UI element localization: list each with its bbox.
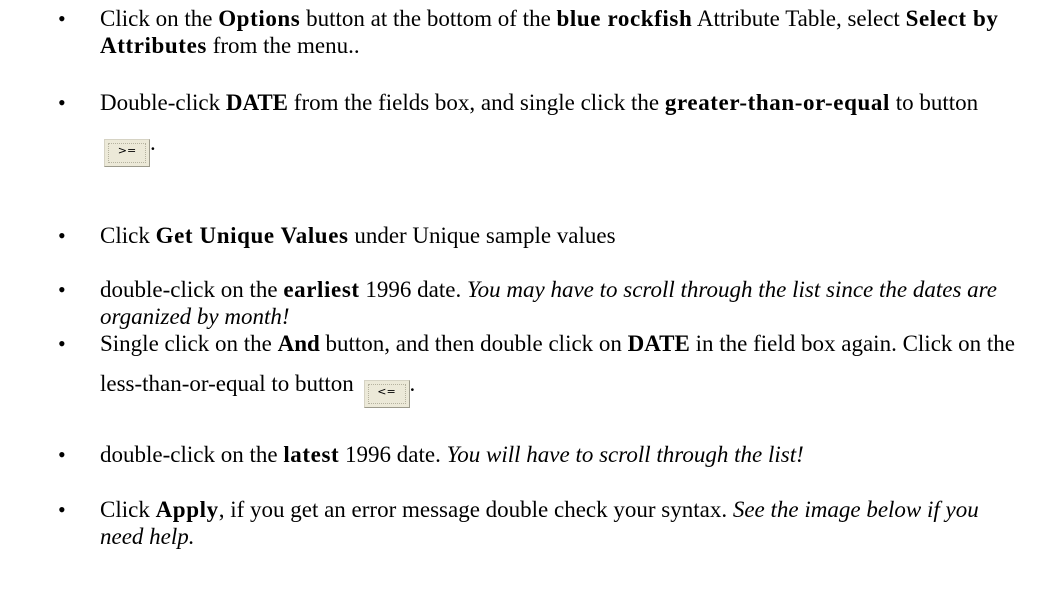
list-item: • double-click on the earliest 1996 date…	[58, 276, 1018, 330]
instruction-text: Click on the Options button at the botto…	[100, 6, 999, 58]
bullet: •	[58, 497, 66, 522]
list-item: • Click Get Unique Values under Unique s…	[58, 222, 1018, 249]
list-item: • double-click on the latest 1996 date. …	[58, 441, 1018, 468]
instruction-text: Click Get Unique Values under Unique sam…	[100, 223, 616, 248]
instruction-text: Single click on the And button, and then…	[100, 324, 1018, 408]
instruction-text: double-click on the latest 1996 date. Yo…	[100, 442, 804, 467]
bullet: •	[58, 331, 66, 356]
list-item: • Double-click DATE from the fields box,…	[58, 89, 1018, 167]
list-item: • Single click on the And button, and th…	[58, 330, 1018, 408]
bullet: •	[58, 90, 66, 115]
greater-than-or-equal-button-image: >=	[104, 139, 150, 167]
list-item: • Click on the Options button at the bot…	[58, 5, 1018, 59]
bullet: •	[58, 223, 66, 248]
instruction-text: Double-click DATE from the fields box, a…	[100, 83, 1018, 167]
bullet: •	[58, 442, 66, 467]
list-item: • Click Apply, if you get an error messa…	[58, 496, 1018, 550]
instruction-page: • Click on the Options button at the bot…	[0, 0, 1047, 610]
less-than-or-equal-button-image: <=	[363, 380, 410, 408]
instruction-text: Click Apply, if you get an error message…	[100, 497, 979, 549]
bullet: •	[58, 6, 66, 31]
bullet: •	[58, 277, 66, 302]
instruction-text: double-click on the earliest 1996 date. …	[100, 277, 997, 329]
